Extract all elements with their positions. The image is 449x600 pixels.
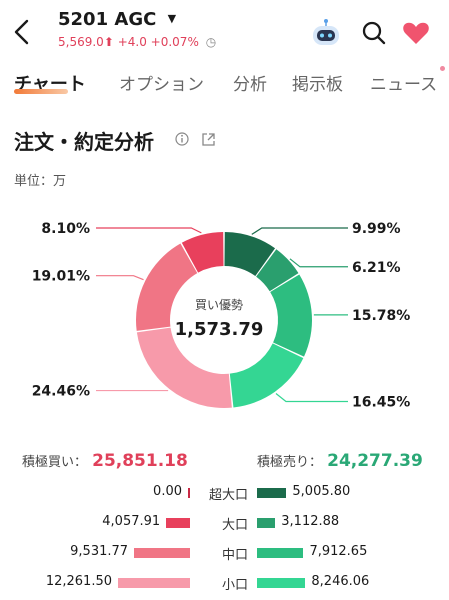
buy-bar (188, 488, 190, 498)
robot-assistant-icon[interactable] (309, 18, 343, 48)
tab-analysis[interactable]: 分析 (233, 70, 267, 95)
category-label: 小口 (221, 578, 248, 593)
total-sell-value: 24,277.39 (327, 451, 423, 471)
buy-value: 4,057.91 (102, 514, 161, 529)
leader-line (96, 227, 202, 234)
clock-icon: ◷ (205, 35, 217, 49)
slice-pct-label: 24.46% (32, 384, 90, 400)
slice-pct-label: 16.45% (352, 394, 410, 410)
notification-dot (440, 66, 445, 71)
buy-bar (134, 548, 190, 558)
stock-name: AGC (114, 9, 157, 30)
buy-value: 0.00 (153, 484, 182, 499)
sell-value: 7,912.65 (309, 544, 368, 559)
section-title: 注文・約定分析 (14, 130, 154, 154)
buy-value: 12,261.50 (45, 574, 112, 589)
active-tab-indicator (14, 89, 68, 94)
info-icon[interactable] (175, 132, 189, 146)
donut-slice-buy-5 (136, 243, 198, 331)
sell-bar (257, 548, 304, 558)
leader-line (275, 393, 348, 403)
category-label: 超大口 (208, 488, 248, 503)
category-label: 中口 (221, 548, 248, 563)
quote-line: 5,569.0⬆ +4.0 +0.07% ◷ (58, 35, 216, 49)
slice-pct-label: 6.21% (352, 260, 401, 276)
leader-line (251, 227, 348, 235)
price-change-pct: +0.07% (150, 35, 199, 49)
slice-pct-label: 8.10% (41, 221, 90, 237)
total-sell-label: 積極売り： (257, 455, 323, 470)
buy-bar (118, 578, 190, 588)
favorite-heart-icon[interactable] (402, 20, 430, 46)
buy-bar (166, 518, 190, 528)
tab-news[interactable]: ニュース (370, 70, 437, 95)
sell-bar (257, 488, 287, 498)
sell-bar (257, 578, 306, 588)
slice-pct-label: 9.99% (352, 221, 401, 237)
category-label: 大口 (221, 518, 248, 533)
total-buy-label: 積極買い： (22, 455, 88, 470)
tab-bar: チャート オプション 分析 掲示板 ニュース (0, 62, 449, 102)
breakdown-row: 9,531.77 中口 7,912.65 (0, 541, 449, 565)
tab-board[interactable]: 掲示板 (292, 70, 343, 95)
price-change: +4.0 (117, 35, 147, 49)
search-icon[interactable] (361, 20, 387, 46)
caret-down-icon: ▼ (167, 12, 177, 25)
back-arrow-icon[interactable] (10, 16, 34, 48)
total-buy-value: 25,851.18 (92, 451, 188, 471)
order-flow-donut-chart: 9.99%6.21%15.78%16.45%24.46%19.01%8.10% … (32, 221, 411, 410)
share-icon[interactable] (201, 132, 216, 147)
unit-label: 単位：万 (14, 174, 67, 189)
sell-value: 5,005.80 (292, 484, 351, 499)
buy-value: 9,531.77 (70, 544, 129, 559)
donut-slice-sell-3 (229, 343, 304, 408)
total-buy: 積極買い： 25,851.18 (22, 451, 188, 471)
up-arrow-icon: ⬆ (103, 35, 114, 49)
slice-pct-label: 19.01% (32, 269, 90, 285)
leader-line (96, 275, 144, 281)
tab-options[interactable]: オプション (119, 70, 204, 95)
total-sell: 積極売り： 24,277.39 (257, 451, 423, 471)
sell-value: 8,246.06 (311, 574, 370, 589)
stock-selector[interactable]: 5201 AGC ▼ (58, 9, 176, 30)
stock-code: 5201 (58, 9, 109, 30)
slice-pct-label: 15.78% (352, 308, 410, 324)
breakdown-row: 12,261.50 小口 8,246.06 (0, 571, 449, 595)
price: 5,569.0 (58, 35, 104, 49)
sell-bar (257, 518, 276, 528)
breakdown-row: 4,057.91 大口 3,112.88 (0, 511, 449, 535)
breakdown-row: 0.00 超大口 5,005.80 (0, 481, 449, 505)
donut-center-value: 1,573.79 (175, 319, 264, 340)
leader-line (289, 258, 348, 268)
header: 5201 AGC ▼ 5,569.0⬆ +4.0 +0.07% ◷ (0, 0, 449, 62)
donut-center-label: 買い優勢 (195, 297, 243, 312)
sell-value: 3,112.88 (281, 514, 340, 529)
